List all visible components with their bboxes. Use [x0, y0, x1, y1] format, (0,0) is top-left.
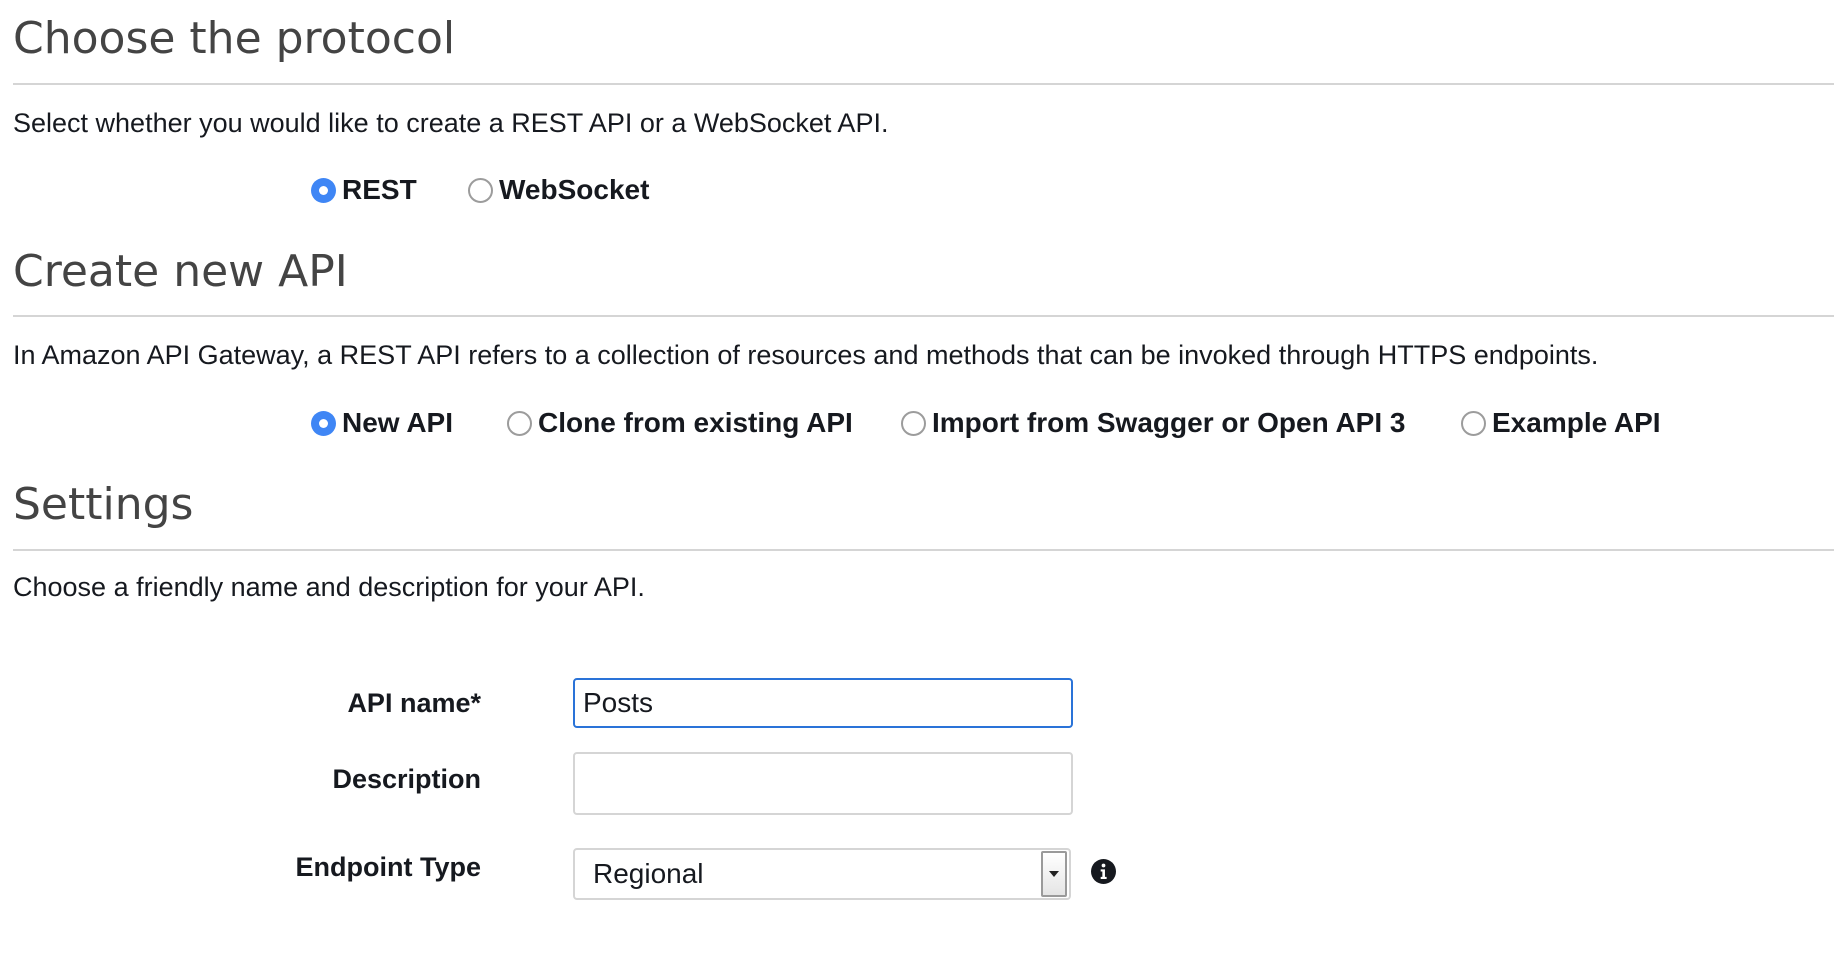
endpoint-type-label: Endpoint Type	[295, 852, 481, 882]
create-api-section-divider	[13, 315, 1834, 317]
radio-new-api-label: New API	[342, 407, 453, 438]
create-api-section-title: Create new API	[13, 246, 348, 297]
radio-selected-icon	[311, 410, 336, 436]
radio-unselected-icon	[1461, 410, 1486, 436]
info-icon[interactable]	[1091, 859, 1116, 884]
protocol-section-divider	[13, 83, 1834, 85]
radio-rest-label: REST	[342, 174, 417, 205]
description-input[interactable]	[573, 752, 1073, 815]
radio-new-api[interactable]: New API	[311, 409, 453, 437]
radio-example-api-label: Example API	[1492, 407, 1661, 438]
radio-rest[interactable]: REST	[311, 176, 417, 204]
radio-clone-api-label: Clone from existing API	[538, 407, 853, 438]
endpoint-type-value: Regional	[593, 858, 704, 889]
radio-websocket[interactable]: WebSocket	[468, 176, 649, 204]
radio-websocket-label: WebSocket	[499, 174, 650, 205]
endpoint-type-select[interactable]: Regional	[573, 848, 1071, 900]
protocol-section-title: Choose the protocol	[13, 13, 456, 64]
chevron-down-icon[interactable]	[1041, 851, 1067, 897]
protocol-description: Select whether you would like to create …	[13, 108, 889, 138]
settings-section-divider	[13, 549, 1834, 551]
settings-description: Choose a friendly name and description f…	[13, 572, 645, 602]
create-api-description: In Amazon API Gateway, a REST API refers…	[13, 340, 1599, 370]
api-name-input[interactable]	[573, 678, 1073, 728]
radio-unselected-icon	[507, 410, 532, 436]
api-name-label: API name*	[347, 688, 481, 718]
settings-section-title: Settings	[13, 479, 194, 530]
radio-import-swagger-label: Import from Swagger or Open API 3	[932, 407, 1406, 438]
radio-unselected-icon	[468, 177, 493, 203]
description-label: Description	[332, 764, 481, 794]
radio-example-api[interactable]: Example API	[1461, 409, 1661, 437]
radio-import-swagger[interactable]: Import from Swagger or Open API 3	[901, 409, 1405, 437]
radio-clone-api[interactable]: Clone from existing API	[507, 409, 853, 437]
radio-selected-icon	[311, 177, 336, 203]
radio-unselected-icon	[901, 410, 926, 436]
